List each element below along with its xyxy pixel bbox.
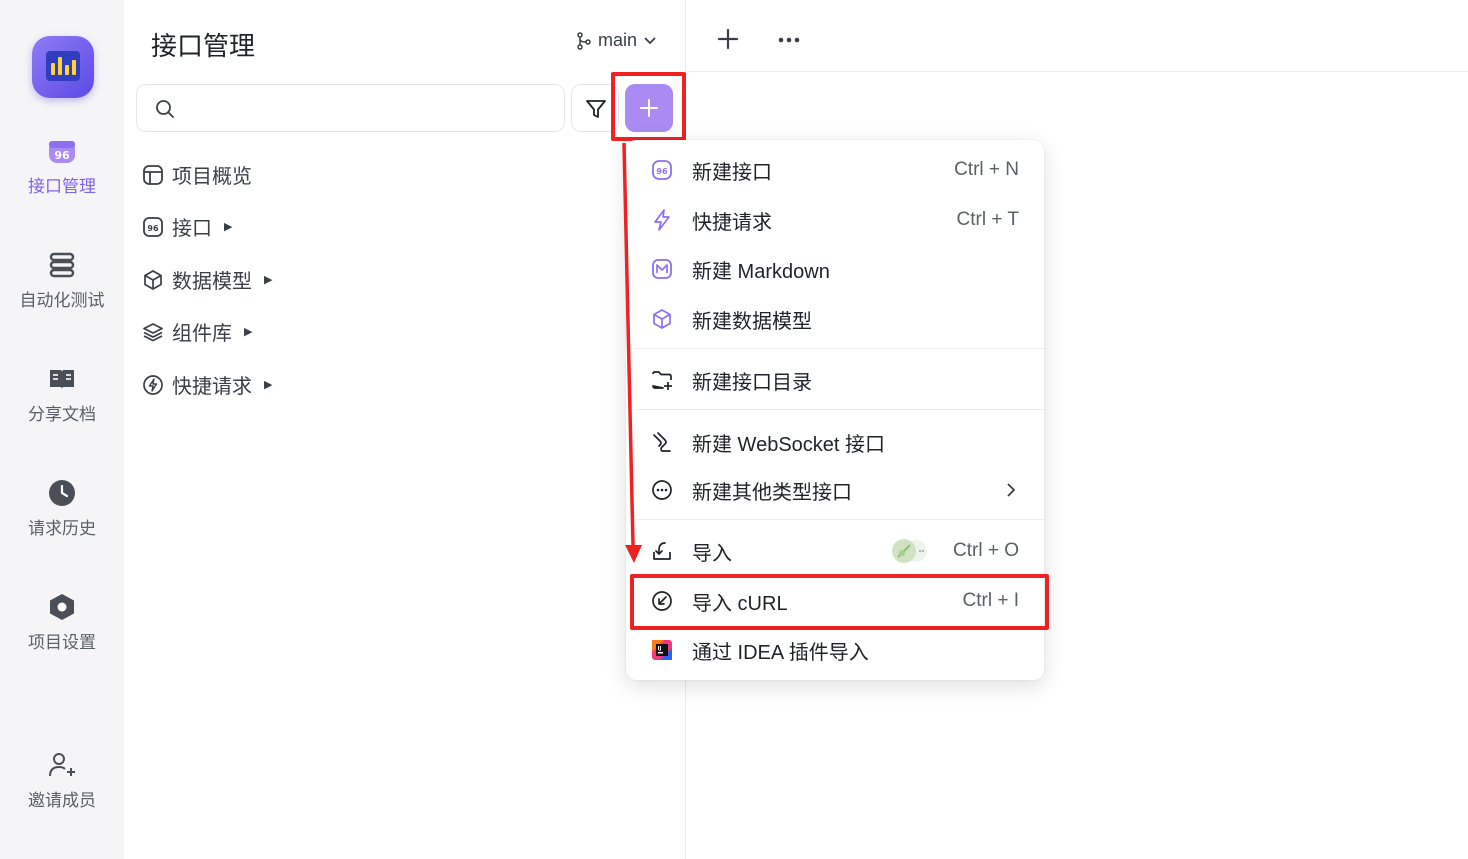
search-input[interactable] [136, 84, 565, 132]
search-icon [156, 100, 174, 118]
menu-divider [636, 348, 1044, 349]
filter-icon [586, 100, 606, 118]
rail-item-label: 分享文档 [28, 405, 96, 424]
tree-item-label: 组件库 [172, 323, 232, 345]
rail-item-automation[interactable]: 自动化测试 [0, 250, 124, 311]
clock-icon [49, 480, 75, 506]
app-logo[interactable] [32, 36, 94, 98]
svg-text:96: 96 [147, 224, 159, 233]
rail-item-invite[interactable]: 邀请成员 [0, 750, 124, 811]
tree-item-data-models[interactable]: 数据模型 ▶ [142, 265, 272, 294]
menu-item-label: 新建接口 [692, 161, 772, 184]
menu-item-import-idea[interactable]: IJ 通过 IDEA 插件导入 [626, 626, 1044, 674]
menu-item-label: 新建数据模型 [692, 310, 812, 333]
rail-item-label: 项目设置 [28, 633, 96, 652]
bolt-icon [654, 209, 670, 231]
rail-item-label: 自动化测试 [19, 291, 105, 310]
layers-icon [143, 322, 163, 341]
menu-item-quick-request[interactable]: 快捷请求 Ctrl + T [626, 196, 1044, 244]
import-icon [653, 542, 671, 560]
tree-item-label: 数据模型 [172, 271, 252, 293]
api-icon: 96 [652, 160, 672, 180]
highlight-box-import-curl [630, 574, 1049, 630]
git-branch-icon [577, 31, 591, 50]
menu-item-label: 新建 WebSocket 接口 [692, 433, 886, 456]
folder-add-icon [652, 371, 672, 390]
more-horizontal-icon[interactable] [777, 28, 801, 52]
api-icon: 96 [49, 141, 75, 163]
menu-item-label: 新建其他类型接口 [692, 481, 852, 504]
tree-item-label: 接口 [172, 218, 212, 240]
api-tree-panel: 接口管理 main 项目概览 96 接口 ▶ 数据模型 ▶ 组件库 ▶ 快捷请求… [124, 0, 686, 859]
menu-item-new-websocket[interactable]: 新建 WebSocket 接口 [626, 418, 1044, 466]
menu-item-new-other-type[interactable]: 新建其他类型接口 [626, 466, 1044, 514]
menu-item-new-api[interactable]: 96 新建接口 Ctrl + N [626, 146, 1044, 194]
caret-right-icon[interactable]: ▶ [224, 220, 232, 233]
menu-item-label: 新建接口目录 [692, 371, 812, 394]
new-tab-plus-icon[interactable] [717, 28, 739, 50]
branch-name: main [598, 30, 638, 50]
caret-right-icon[interactable]: ▶ [264, 273, 272, 286]
overview-icon [143, 164, 163, 185]
tree-item-components[interactable]: 组件库 ▶ [142, 317, 252, 346]
rail-item-share-docs[interactable]: 分享文档 [0, 364, 124, 425]
rail-item-api-management[interactable]: 96 接口管理 [0, 136, 124, 197]
tree-item-label: 快捷请求 [172, 376, 252, 398]
book-icon [50, 370, 74, 389]
chevron-right-icon [1007, 483, 1016, 497]
menu-item-new-folder[interactable]: 新建接口目录 [626, 356, 1044, 404]
page-title: 接口管理 [151, 31, 256, 61]
automation-icon [49, 252, 75, 278]
markdown-icon [652, 259, 672, 279]
svg-text:96: 96 [656, 167, 668, 176]
rail-item-label: 邀请成员 [28, 791, 96, 810]
highlight-box-add [611, 72, 686, 141]
menu-item-shortcut: Ctrl + T [956, 209, 1019, 230]
menu-item-shortcut: Ctrl + O [953, 540, 1019, 561]
tree-item-overview[interactable]: 项目概览 [142, 160, 252, 189]
svg-text:96: 96 [54, 149, 70, 162]
menu-item-label: 通过 IDEA 插件导入 [692, 641, 869, 664]
api-icon: 96 [143, 216, 163, 237]
websocket-icon [653, 432, 671, 452]
cube-icon [653, 309, 671, 329]
menu-divider [636, 409, 1044, 410]
svg-text:IJ: IJ [658, 646, 662, 652]
settings-hex-icon [50, 594, 74, 620]
menu-divider [636, 519, 1044, 520]
cube-icon [144, 269, 162, 290]
tree-item-label: 项目概览 [172, 166, 252, 188]
chevron-down-icon [644, 36, 656, 44]
menu-item-import[interactable]: 导入 Ctrl + O [626, 527, 1044, 575]
rail-item-history[interactable]: 请求历史 [0, 478, 124, 539]
rail-item-label: 接口管理 [28, 177, 96, 196]
more-circle-icon [652, 480, 672, 500]
logo-chart-icon [46, 51, 80, 81]
rail-item-project-settings[interactable]: 项目设置 [0, 592, 124, 653]
tree-item-api[interactable]: 96 接口 ▶ [142, 212, 232, 241]
caret-right-icon[interactable]: ▶ [244, 325, 252, 338]
rail-item-label: 请求历史 [28, 519, 96, 538]
menu-item-label: 新建 Markdown [692, 260, 830, 283]
postman-import-icon [892, 539, 927, 563]
bolt-circle-icon [143, 374, 163, 395]
branch-selector[interactable]: main [576, 30, 657, 51]
menu-item-new-data-model[interactable]: 新建数据模型 [626, 295, 1044, 343]
menu-item-label: 快捷请求 [692, 211, 772, 234]
idea-icon: IJ [652, 640, 672, 660]
caret-right-icon[interactable]: ▶ [264, 378, 272, 391]
menu-item-shortcut: Ctrl + N [954, 159, 1019, 180]
menu-item-label: 导入 [692, 542, 732, 565]
left-rail: 96 接口管理 自动化测试 分享文档 请求历史 项目设置 邀请成员 [0, 0, 124, 859]
tree-item-quick-requests[interactable]: 快捷请求 ▶ [142, 370, 272, 399]
menu-item-new-markdown[interactable]: 新建 Markdown [626, 245, 1044, 293]
invite-user-icon [49, 753, 75, 777]
tab-bar [687, 0, 1468, 72]
